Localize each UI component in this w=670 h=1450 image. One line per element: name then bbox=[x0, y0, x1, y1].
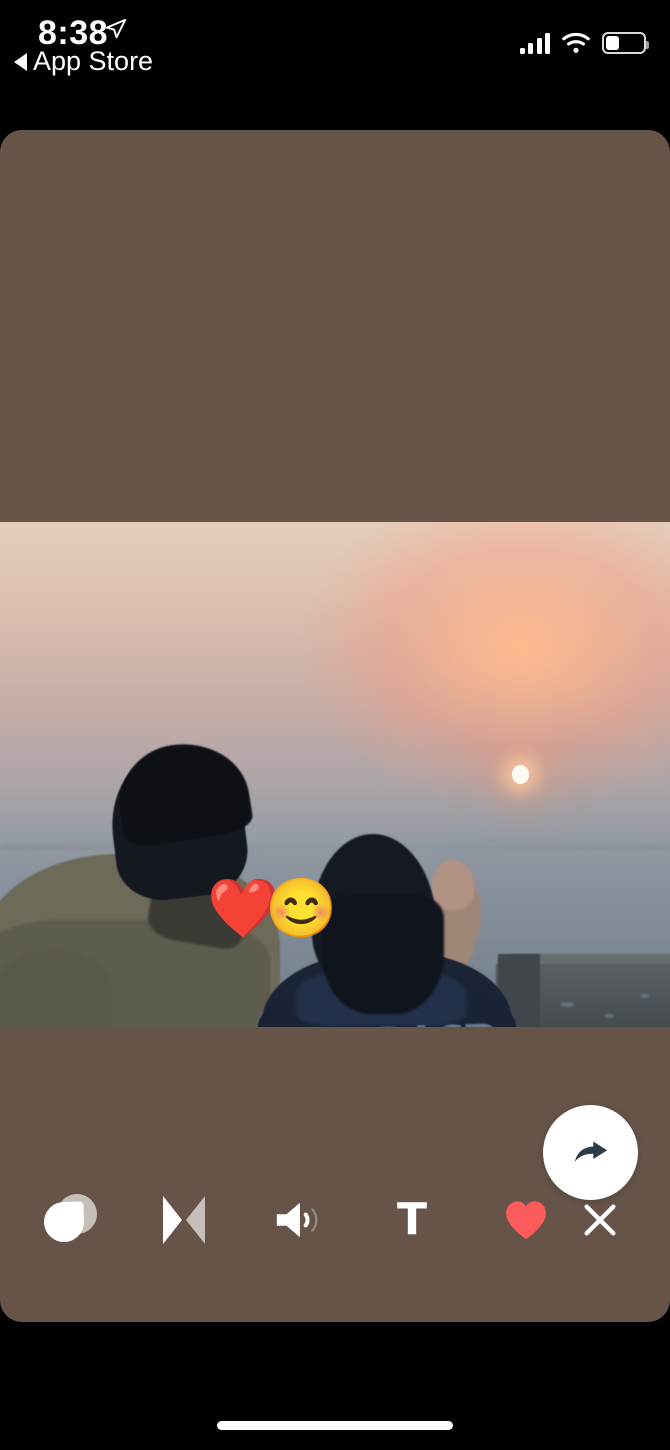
rock-speck bbox=[560, 1002, 574, 1007]
close-tool-button[interactable] bbox=[572, 1192, 628, 1248]
horizon-line bbox=[0, 845, 670, 851]
smiling-face-sticker[interactable]: 😊 bbox=[265, 880, 337, 938]
location-arrow-icon bbox=[105, 18, 127, 39]
close-x-icon bbox=[584, 1204, 616, 1236]
editor-canvas: JRGASR ❤️ 😊 bbox=[0, 130, 670, 1322]
back-to-app-store-link[interactable]: App Store bbox=[14, 46, 153, 77]
heart-icon bbox=[506, 1201, 546, 1240]
woman-hair bbox=[322, 894, 444, 1014]
rock-speck bbox=[640, 994, 649, 998]
phone-screen: 8:38 App Store ❤️ 😊 T bbox=[0, 0, 670, 1450]
text-tool-button[interactable]: T bbox=[384, 1192, 440, 1248]
woman-hand bbox=[432, 860, 474, 910]
photo-preview[interactable]: JRGASR bbox=[0, 522, 670, 1027]
mirror-tool-button[interactable] bbox=[156, 1192, 212, 1248]
back-caret-icon bbox=[14, 52, 27, 71]
man-arm bbox=[0, 952, 110, 1027]
status-bar-indicators bbox=[519, 26, 649, 54]
editor-toolbar: T bbox=[0, 1152, 670, 1322]
speaker-icon bbox=[276, 1202, 318, 1238]
filter-tool-button[interactable] bbox=[42, 1192, 98, 1248]
home-indicator[interactable] bbox=[217, 1421, 453, 1430]
volume-tool-button[interactable] bbox=[270, 1192, 326, 1248]
filter-icon bbox=[43, 1194, 97, 1246]
mirror-flip-icon bbox=[159, 1196, 209, 1244]
text-icon: T bbox=[396, 1194, 427, 1245]
sun bbox=[512, 765, 529, 784]
wifi-icon bbox=[562, 32, 590, 53]
back-link-label: App Store bbox=[33, 46, 154, 76]
sticker-tool-button[interactable] bbox=[498, 1192, 554, 1248]
status-bar: 8:38 App Store bbox=[0, 0, 670, 130]
battery-icon bbox=[602, 32, 649, 54]
cellular-signal-icon bbox=[519, 32, 550, 54]
rock-speck bbox=[604, 1014, 614, 1018]
